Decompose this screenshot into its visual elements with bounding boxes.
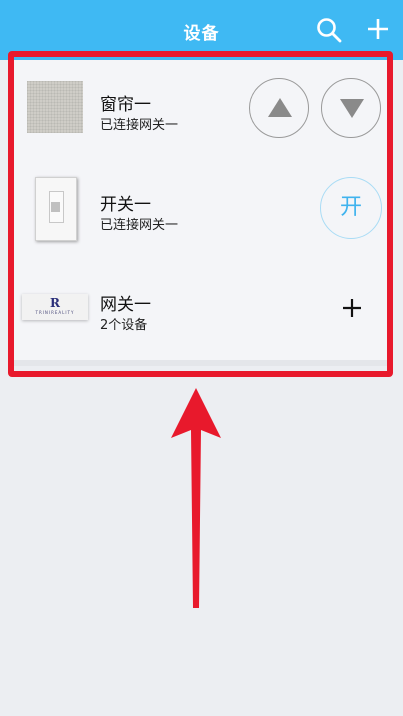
red-arrow-annotation	[171, 388, 221, 608]
add-device-icon[interactable]	[366, 17, 390, 41]
highlight-frame	[8, 51, 393, 377]
page-title: 设备	[183, 24, 220, 44]
search-icon[interactable]	[316, 17, 342, 43]
